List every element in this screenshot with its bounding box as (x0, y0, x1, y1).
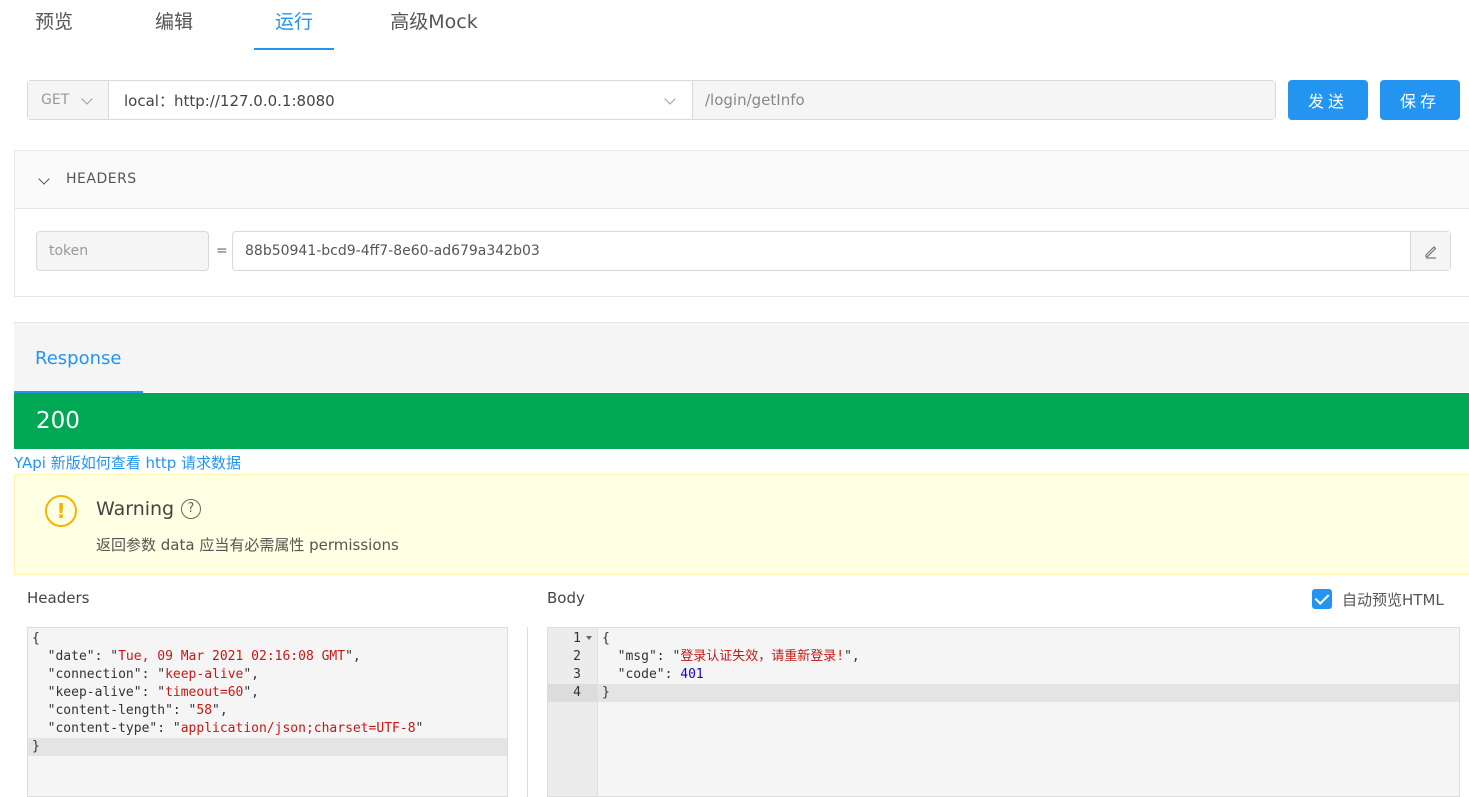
headers-panel: HEADERS token = 88b50941-bcd9-4ff7-8e60-… (14, 150, 1469, 297)
question-circle-icon[interactable]: ? (181, 499, 201, 519)
doc-link[interactable]: YApi 新版如何查看 http 请求数据 (14, 452, 241, 473)
code-line: "keep-alive": "timeout=60", (32, 685, 260, 700)
response-headers-editor[interactable]: { "date": "Tue, 09 Mar 2021 02:16:08 GMT… (27, 627, 508, 797)
code-line: } (598, 684, 1459, 702)
save-button[interactable]: 保存 (1380, 80, 1460, 120)
code-line: "code": 401 (602, 667, 704, 682)
exclamation-circle-icon: ! (45, 495, 77, 527)
header-value-input[interactable]: 88b50941-bcd9-4ff7-8e60-ad679a342b03 (232, 231, 1451, 271)
tab-response[interactable]: Response (14, 323, 143, 393)
code-line: } (28, 738, 507, 756)
warning-alert: ! Warning ? 返回参数 data 应当有必需属性 permission… (14, 474, 1469, 575)
response-body-label: Body (547, 589, 585, 607)
path-value: /login/getInfo (705, 91, 805, 109)
status-code-banner: 200 (14, 393, 1469, 449)
code-line: "connection": "keep-alive", (32, 667, 260, 682)
method-value: GET (41, 92, 70, 108)
chevron-down-icon (81, 93, 93, 105)
header-value-text: 88b50941-bcd9-4ff7-8e60-ad679a342b03 (245, 243, 540, 259)
env-value: local：http://127.0.0.1:8080 (124, 91, 335, 110)
method-select[interactable]: GET (28, 81, 109, 119)
code-line: "content-length": "58", (32, 703, 228, 718)
code-line: { (602, 631, 610, 646)
response-body-editor[interactable]: 1 2 3 4 { "msg": "登录认证失效，请重新登录!", "code"… (547, 627, 1460, 797)
headers-panel-header[interactable]: HEADERS (15, 151, 1469, 209)
line-gutter: 1 2 3 4 (548, 628, 598, 796)
tab-run[interactable]: 运行 (254, 0, 334, 50)
header-key-input[interactable]: token (36, 231, 209, 271)
code-line: { (32, 631, 40, 646)
auto-preview-label[interactable]: 自动预览HTML (1342, 589, 1444, 610)
panel-divider[interactable] (527, 627, 528, 797)
fold-arrow-icon[interactable] (586, 636, 592, 640)
header-equals: = (216, 243, 228, 259)
run-tabs: 预览 编辑 运行 高级Mock (14, 0, 1469, 50)
line-number: 1 (548, 630, 597, 648)
line-number: 3 (573, 667, 581, 682)
headers-panel-title: HEADERS (66, 171, 137, 187)
warning-title: Warning (96, 498, 175, 520)
response-tab-bar: Response (14, 322, 1469, 393)
auto-preview-checkbox[interactable] (1312, 589, 1332, 609)
chevron-down-icon (664, 93, 676, 105)
warning-message: 返回参数 data 应当有必需属性 permissions (96, 536, 399, 554)
request-bar: GET local：http://127.0.0.1:8080 /login/g… (27, 80, 1276, 120)
line-number: 2 (573, 649, 581, 664)
code-line: "content-type": "application/json;charse… (32, 721, 424, 736)
tab-edit[interactable]: 编辑 (134, 0, 214, 50)
tab-advanced-mock[interactable]: 高级Mock (379, 0, 489, 50)
code-line: "msg": "登录认证失效，请重新登录!", (602, 649, 860, 664)
edit-button[interactable] (1410, 232, 1450, 270)
chevron-down-icon (38, 173, 50, 185)
code-line: "date": "Tue, 09 Mar 2021 02:16:08 GMT", (32, 649, 361, 664)
tab-preview[interactable]: 预览 (14, 0, 94, 50)
response-headers-label: Headers (27, 589, 90, 607)
line-number: 4 (548, 684, 597, 702)
send-button[interactable]: 发送 (1288, 80, 1368, 120)
env-select[interactable]: local：http://127.0.0.1:8080 (109, 81, 693, 119)
edit-icon (1424, 246, 1436, 259)
path-input[interactable]: /login/getInfo (693, 81, 1275, 119)
